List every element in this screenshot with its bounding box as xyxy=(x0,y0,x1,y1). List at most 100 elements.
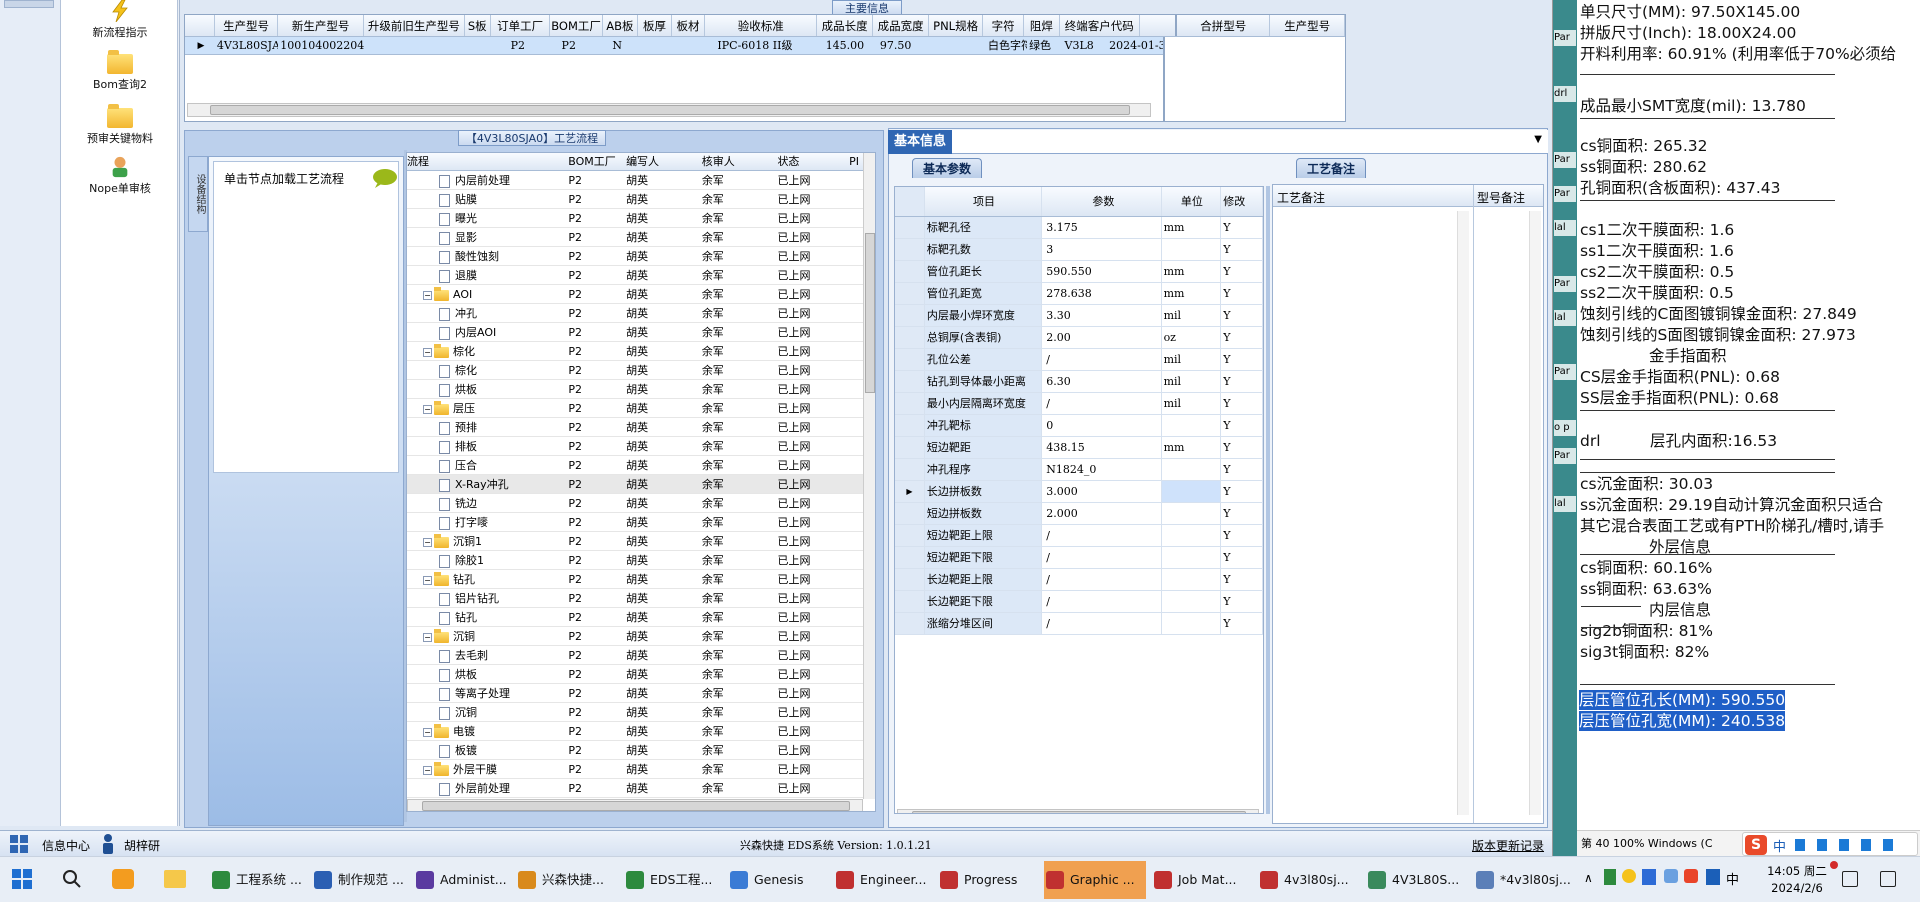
background-window-label[interactable]: lal xyxy=(1554,220,1576,236)
tree-row[interactable]: − 沉铜 P2 胡英 余军 已上网 xyxy=(407,627,875,646)
tray-app-icon[interactable] xyxy=(1706,869,1720,885)
chat-icon[interactable] xyxy=(1880,871,1896,887)
ime-mode[interactable]: 中 xyxy=(1773,836,1786,855)
param-unit[interactable] xyxy=(1162,547,1222,568)
param-value[interactable]: / xyxy=(1042,525,1162,546)
col-header[interactable]: BOM工厂 xyxy=(564,153,622,170)
taskbar-app-button[interactable]: Administ... xyxy=(414,861,512,899)
param-unit[interactable] xyxy=(1161,481,1222,502)
notes-scrollbar[interactable] xyxy=(1529,211,1541,815)
param-unit[interactable]: mil xyxy=(1162,393,1222,414)
info-center-link[interactable]: 信息中心 xyxy=(42,837,90,854)
tree-row[interactable]: 内层AOI P2 胡英 余军 已上网 xyxy=(407,323,875,342)
param-row[interactable]: 短边靶距上限 / Y xyxy=(895,525,1263,547)
background-window-label[interactable]: Par xyxy=(1554,152,1576,168)
side-col-header[interactable]: 生产型号 xyxy=(1270,15,1345,36)
tree-row[interactable]: 内层前处理 P2 胡英 余军 已上网 xyxy=(407,171,875,190)
param-unit[interactable]: mm xyxy=(1162,261,1222,282)
taskbar-app-button[interactable]: EDS工程... xyxy=(624,861,724,899)
tree-row[interactable]: 钻孔 P2 胡英 余军 已上网 xyxy=(407,608,875,627)
col-header[interactable]: 升级前旧生产型号 xyxy=(364,15,465,36)
info-splitter[interactable] xyxy=(1266,186,1270,814)
tree-row[interactable]: 铣边 P2 胡英 余军 已上网 xyxy=(407,494,875,513)
param-value[interactable]: 6.30 xyxy=(1042,371,1162,392)
param-value[interactable]: 3.30 xyxy=(1042,305,1162,326)
col-header[interactable]: 字符 xyxy=(983,15,1025,36)
taskbar-app-button[interactable]: Engineer... xyxy=(834,861,934,899)
dropdown-icon[interactable]: ▼ xyxy=(1534,134,1542,145)
side-tab-device[interactable]: 设备结构 xyxy=(188,156,208,232)
param-value[interactable]: N1824_0 xyxy=(1042,459,1162,480)
col-header[interactable]: BOM工厂 xyxy=(550,15,603,36)
tree-row[interactable]: 除胶1 P2 胡英 余军 已上网 xyxy=(407,551,875,570)
collapse-icon[interactable]: − xyxy=(423,765,432,775)
col-header[interactable]: 阻焊 xyxy=(1024,15,1060,36)
tree-row[interactable]: 贴膜 P2 胡英 余军 已上网 xyxy=(407,190,875,209)
col-header[interactable]: 订单工厂 xyxy=(491,15,551,36)
nav-item-pre-review[interactable]: 预审关键物料 xyxy=(61,104,179,146)
tray-app-icon[interactable] xyxy=(1684,869,1698,883)
col-header[interactable]: S板 xyxy=(465,15,491,36)
param-unit[interactable]: mil xyxy=(1162,305,1222,326)
tree-vscrollbar[interactable] xyxy=(863,153,875,799)
col-header[interactable]: PNL规格 xyxy=(929,15,984,36)
param-value[interactable]: 590.550 xyxy=(1042,261,1162,282)
nav-item-bom-query[interactable]: Bom查询2 xyxy=(61,50,179,92)
tree-row[interactable]: − 外层干膜 P2 胡英 余军 已上网 xyxy=(407,760,875,779)
col-header[interactable]: 核审人 xyxy=(698,153,774,170)
param-unit[interactable]: mil xyxy=(1162,371,1222,392)
tree-row[interactable]: 棕化 P2 胡英 余军 已上网 xyxy=(407,361,875,380)
tray-app-icon[interactable] xyxy=(1604,869,1616,885)
tray-app-icon[interactable] xyxy=(1664,869,1678,883)
update-log-link[interactable]: 版本更新记录 xyxy=(1472,837,1544,854)
param-unit[interactable] xyxy=(1162,239,1222,260)
collapse-icon[interactable]: − xyxy=(423,727,432,737)
param-row[interactable]: 内层最小焊环宽度 3.30 mil Y xyxy=(895,305,1263,327)
tree-row[interactable]: − 钻孔 P2 胡英 余军 已上网 xyxy=(407,570,875,589)
taskbar-app-button[interactable]: 工程系统 ... xyxy=(210,861,308,899)
notification-center-icon[interactable] xyxy=(1842,871,1858,887)
col-header[interactable]: 编写人 xyxy=(622,153,698,170)
taskbar-app-button[interactable]: 兴森快捷... xyxy=(516,861,616,899)
col-header[interactable]: 项目 xyxy=(925,187,1043,216)
col-header[interactable]: 新生产型号 xyxy=(278,15,365,36)
tab-process-notes[interactable]: 工艺备注 xyxy=(1296,158,1367,178)
notes-scrollbar[interactable] xyxy=(1457,211,1469,815)
param-unit[interactable]: mm xyxy=(1162,283,1222,304)
tree-row[interactable]: 退膜 P2 胡英 余军 已上网 xyxy=(407,266,875,285)
taskbar-app-button[interactable]: Genesis xyxy=(728,861,826,899)
param-value[interactable]: / xyxy=(1042,547,1162,568)
side-col-header[interactable]: 合拼型号 xyxy=(1177,15,1271,36)
taskbar-app-button[interactable]: Progress xyxy=(938,861,1038,899)
col-header[interactable]: 流程 xyxy=(407,153,564,170)
tree-row[interactable]: − AOI P2 胡英 余军 已上网 xyxy=(407,285,875,304)
col-header[interactable]: 型号备注 xyxy=(1477,189,1525,206)
col-header[interactable]: 参数 xyxy=(1042,187,1162,216)
taskbar-app-button[interactable]: 4v3l80sj... xyxy=(1258,861,1358,899)
collapse-icon[interactable]: − xyxy=(423,537,432,547)
param-row[interactable]: 短边靶距下限 / Y xyxy=(895,547,1263,569)
col-header[interactable]: 状态 xyxy=(773,153,849,170)
tree-row[interactable]: 冲孔 P2 胡英 余军 已上网 xyxy=(407,304,875,323)
col-header[interactable]: 单位 xyxy=(1162,187,1222,216)
param-value[interactable]: / xyxy=(1042,569,1162,590)
tree-row[interactable]: 外层前处理 P2 胡英 余军 已上网 xyxy=(407,779,875,798)
tree-row[interactable]: 显影 P2 胡英 余军 已上网 xyxy=(407,228,875,247)
ime-indicator[interactable]: 中 xyxy=(1726,869,1739,888)
col-header[interactable]: 板厚 xyxy=(638,15,672,36)
tree-row[interactable]: − 层压 P2 胡英 余军 已上网 xyxy=(407,399,875,418)
tab-basic-params[interactable]: 基本参数 xyxy=(912,158,983,178)
param-value[interactable]: 0 xyxy=(1042,415,1162,436)
param-row[interactable]: 标靶孔径 3.175 mm Y xyxy=(895,217,1263,239)
param-value[interactable]: / xyxy=(1042,613,1162,634)
col-header[interactable]: 终端客户代码 xyxy=(1060,15,1140,36)
col-header[interactable]: 生产型号 xyxy=(215,15,279,36)
background-window-label[interactable]: drl xyxy=(1554,86,1576,102)
tree-row[interactable]: 烘板 P2 胡英 余军 已上网 xyxy=(407,380,875,399)
param-unit[interactable]: mm xyxy=(1162,437,1222,458)
tree-row[interactable]: 曝光 P2 胡英 余军 已上网 xyxy=(407,209,875,228)
tree-row[interactable]: − 电镀 P2 胡英 余军 已上网 xyxy=(407,722,875,741)
param-value[interactable]: 278.638 xyxy=(1042,283,1162,304)
background-window-label[interactable]: lal xyxy=(1554,496,1576,512)
tree-row[interactable]: 酸性蚀刻 P2 胡英 余军 已上网 xyxy=(407,247,875,266)
